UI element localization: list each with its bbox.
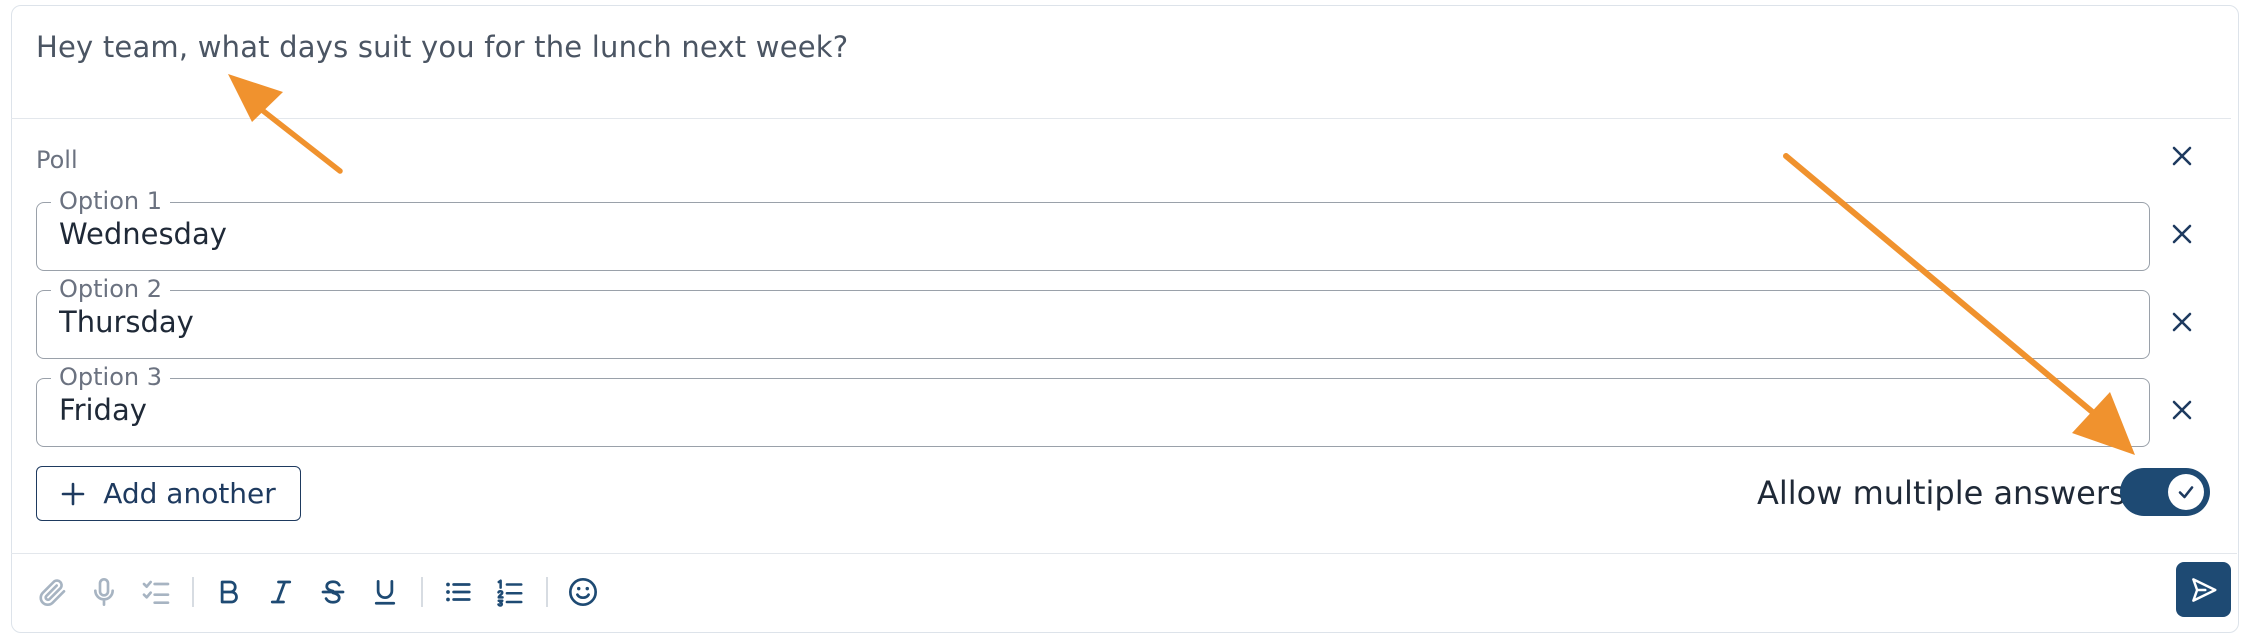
close-icon bbox=[2172, 224, 2192, 244]
remove-poll-button[interactable] bbox=[2162, 136, 2202, 176]
option-field-1[interactable]: Option 1 bbox=[36, 187, 2150, 271]
message-input[interactable]: Hey team, what days suit you for the lun… bbox=[36, 30, 848, 64]
numbered-list-icon[interactable] bbox=[490, 572, 530, 612]
toolbar-separator bbox=[546, 577, 548, 607]
close-icon bbox=[2172, 146, 2192, 166]
emoji-icon[interactable] bbox=[563, 572, 603, 612]
option-field-3[interactable]: Option 3 bbox=[36, 363, 2150, 447]
option-label: Option 3 bbox=[51, 363, 170, 391]
formatting-toolbar bbox=[11, 555, 2237, 631]
remove-option-button[interactable] bbox=[2162, 302, 2202, 342]
divider bbox=[11, 553, 2237, 554]
poll-label: Poll bbox=[36, 146, 78, 174]
bullet-list-icon[interactable] bbox=[438, 572, 478, 612]
close-icon bbox=[2172, 400, 2192, 420]
close-icon bbox=[2172, 312, 2192, 332]
option-input[interactable] bbox=[59, 305, 2059, 339]
toolbar-separator bbox=[421, 577, 423, 607]
option-label: Option 2 bbox=[51, 275, 170, 303]
remove-option-button[interactable] bbox=[2162, 214, 2202, 254]
bold-icon[interactable] bbox=[209, 572, 249, 612]
plus-icon bbox=[61, 482, 85, 505]
check-icon bbox=[2178, 486, 2194, 499]
divider bbox=[11, 118, 2231, 119]
option-input[interactable] bbox=[59, 217, 2059, 251]
allow-multiple-label: Allow multiple answers bbox=[1757, 474, 2126, 512]
remove-option-button[interactable] bbox=[2162, 390, 2202, 430]
italic-icon[interactable] bbox=[261, 572, 301, 612]
option-field-2[interactable]: Option 2 bbox=[36, 275, 2150, 359]
send-button[interactable] bbox=[2176, 562, 2231, 617]
add-another-button[interactable]: Add another bbox=[36, 466, 301, 521]
checklist-icon[interactable] bbox=[136, 572, 176, 612]
paperclip-icon[interactable] bbox=[32, 572, 72, 612]
toolbar-separator bbox=[192, 577, 194, 607]
allow-multiple-toggle[interactable] bbox=[2120, 468, 2210, 516]
send-icon bbox=[2191, 577, 2216, 602]
option-input[interactable] bbox=[59, 393, 2059, 427]
underline-icon[interactable] bbox=[365, 572, 405, 612]
add-another-label: Add another bbox=[103, 477, 276, 510]
option-label: Option 1 bbox=[51, 187, 170, 215]
microphone-icon[interactable] bbox=[84, 572, 124, 612]
strikethrough-icon[interactable] bbox=[313, 572, 353, 612]
toggle-knob bbox=[2168, 474, 2204, 510]
